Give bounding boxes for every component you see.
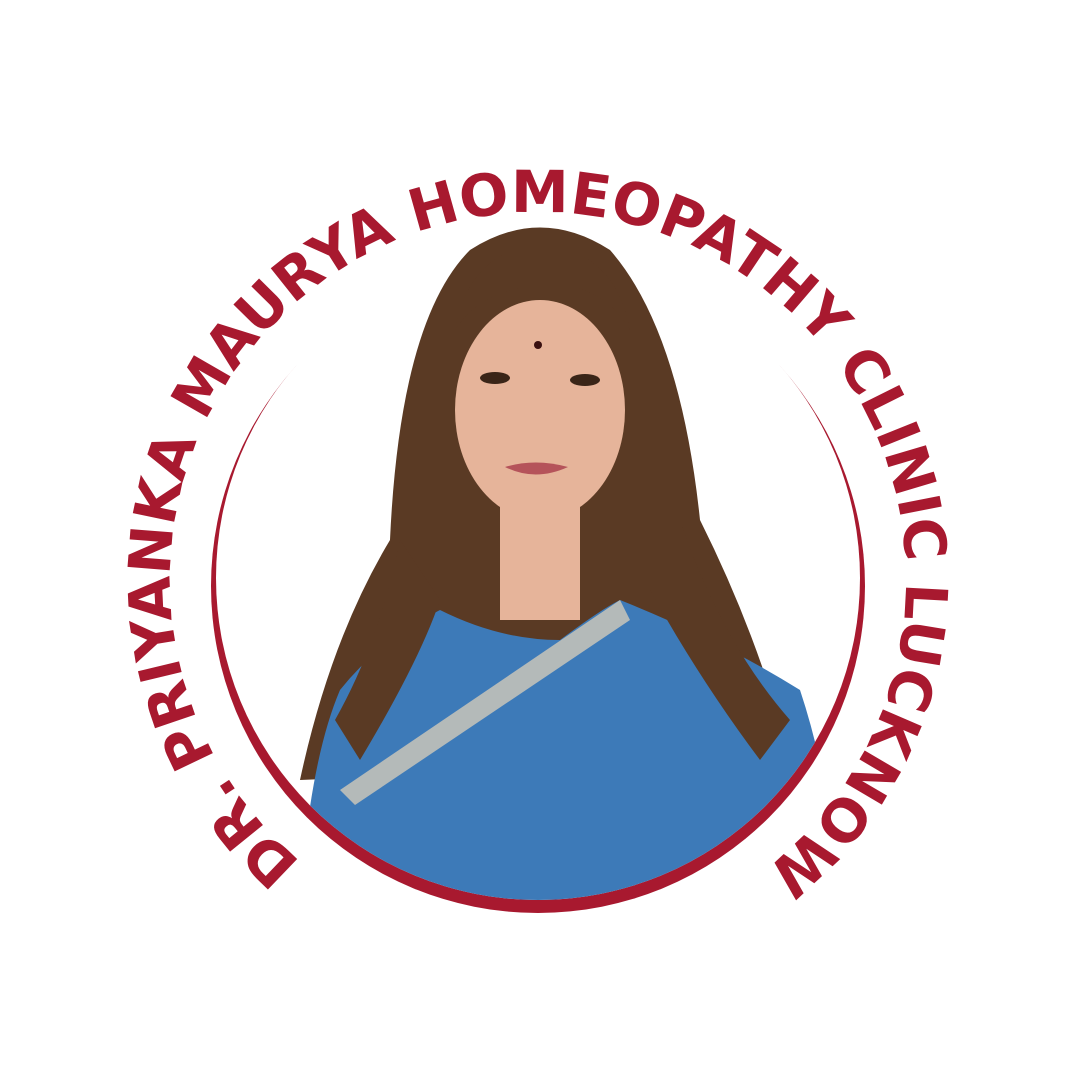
clinic-logo: DR. PRIYANKA MAURYA HOMEOPATHY CLINIC LU… <box>115 158 960 913</box>
